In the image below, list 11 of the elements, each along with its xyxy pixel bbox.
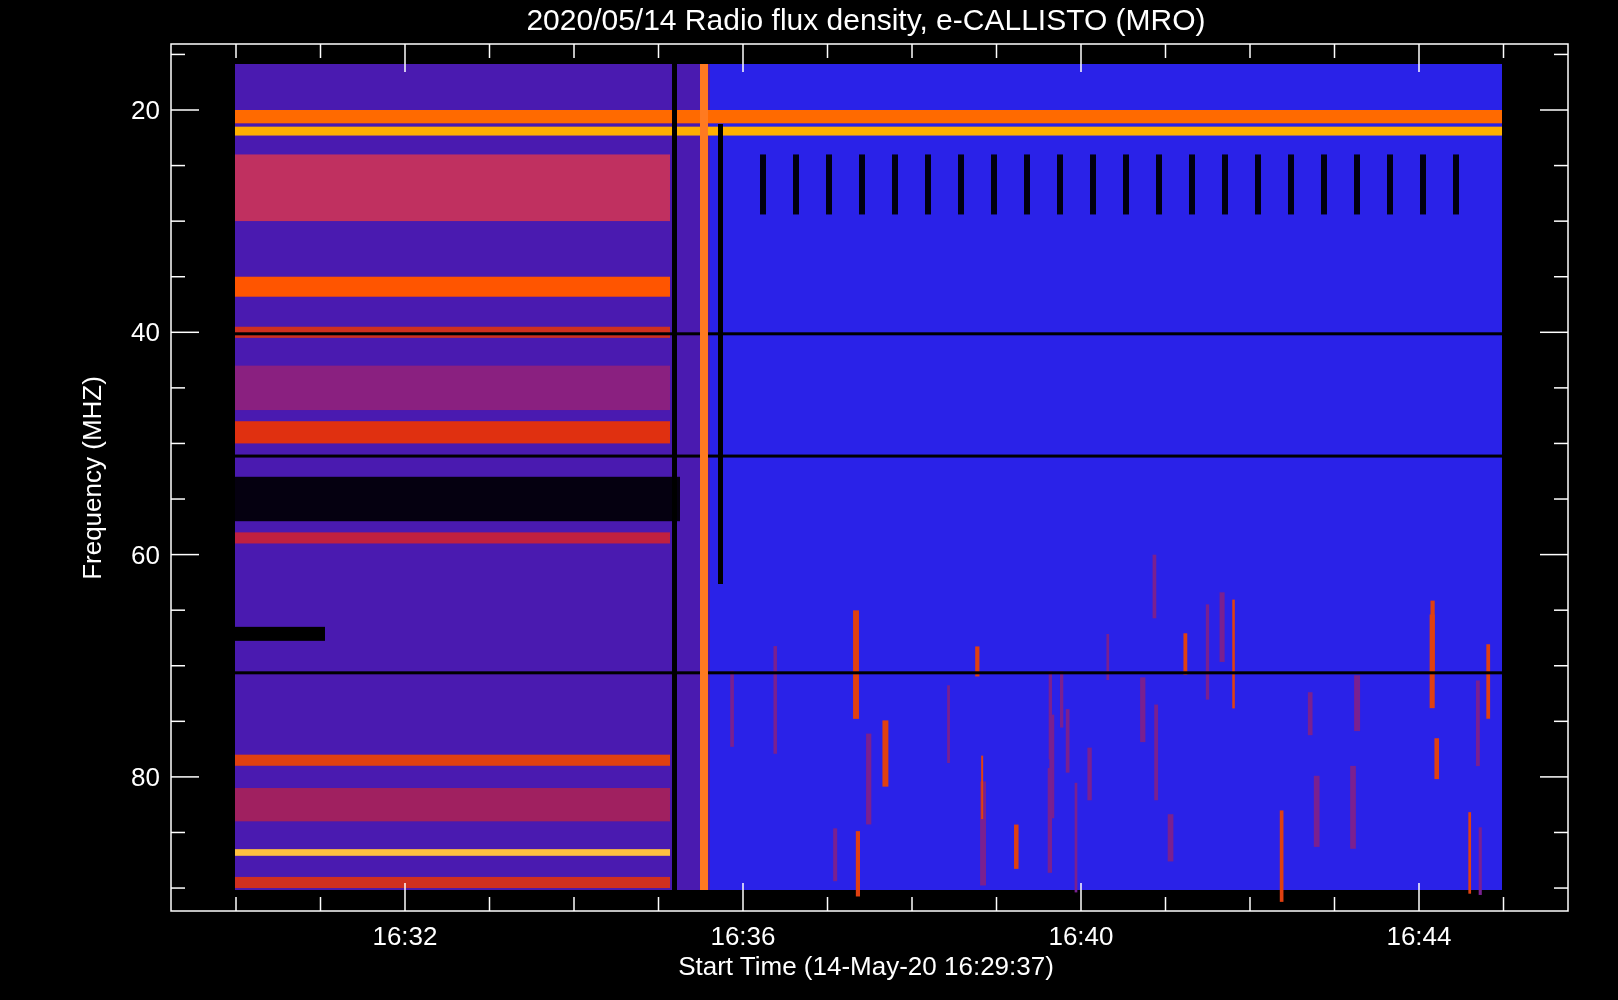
y-tick-label: 80 bbox=[131, 761, 160, 792]
y-axis-label: Frequency (MHZ) bbox=[77, 376, 107, 580]
x-axis-label: Start Time (14-May-20 16:29:37) bbox=[678, 951, 1054, 981]
x-tick-label: 16:32 bbox=[372, 921, 438, 951]
chart-title: 2020/05/14 Radio flux density, e-CALLISTO (MRO) bbox=[526, 3, 1206, 36]
x-tick-label: 16:40 bbox=[1048, 921, 1114, 951]
x-tick-label: 16:44 bbox=[1386, 921, 1452, 951]
y-tick-label: 60 bbox=[131, 539, 160, 570]
y-tick-label: 40 bbox=[131, 317, 160, 348]
y-tick-label: 20 bbox=[131, 95, 160, 125]
x-tick-label: 16:36 bbox=[710, 921, 776, 951]
